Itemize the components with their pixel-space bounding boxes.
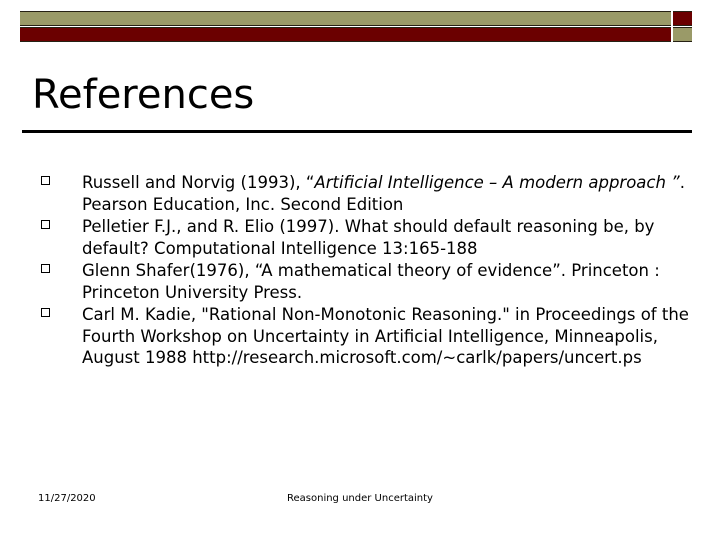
square-bullet-icon <box>41 220 50 229</box>
list-item: Russell and Norvig (1993), “Artificial I… <box>38 172 693 215</box>
reference-text: Russell and Norvig (1993), “Artificial I… <box>82 172 693 215</box>
list-item: Carl M. Kadie, "Rational Non-Monotonic R… <box>38 304 693 369</box>
header-bar-top-long-olive <box>20 11 671 26</box>
square-bullet-icon <box>41 176 50 185</box>
reference-segment-normal: Russell and Norvig (1993), “ <box>82 173 315 192</box>
header-bar-bottom-long-maroon <box>20 27 671 42</box>
reference-text: Glenn Shafer(1976), “A mathematical theo… <box>82 261 660 302</box>
list-item: Pelletier F.J., and R. Elio (1997). What… <box>38 216 693 259</box>
reference-list: Russell and Norvig (1993), “Artificial I… <box>38 172 693 370</box>
header-bar-bottom-row <box>20 27 692 42</box>
square-bullet-icon <box>41 264 50 273</box>
page-title: References <box>32 72 255 118</box>
reference-text: Carl M. Kadie, "Rational Non-Monotonic R… <box>82 305 689 367</box>
header-bar-top-row <box>20 11 692 26</box>
header-bar-top-short-maroon <box>673 11 692 26</box>
slide-footer: 11/27/2020 Reasoning under Uncertainty <box>0 492 720 512</box>
reference-text: Pelletier F.J., and R. Elio (1997). What… <box>82 217 655 258</box>
footer-subject: Reasoning under Uncertainty <box>287 493 433 504</box>
header-decoration-bars <box>20 11 692 42</box>
title-underline-rule <box>22 130 692 133</box>
reference-segment-italic: Artificial Intelligence – A modern appro… <box>314 173 680 192</box>
square-bullet-icon <box>41 308 50 317</box>
list-item: Glenn Shafer(1976), “A mathematical theo… <box>38 260 693 303</box>
header-bar-bottom-short-olive <box>673 27 692 42</box>
